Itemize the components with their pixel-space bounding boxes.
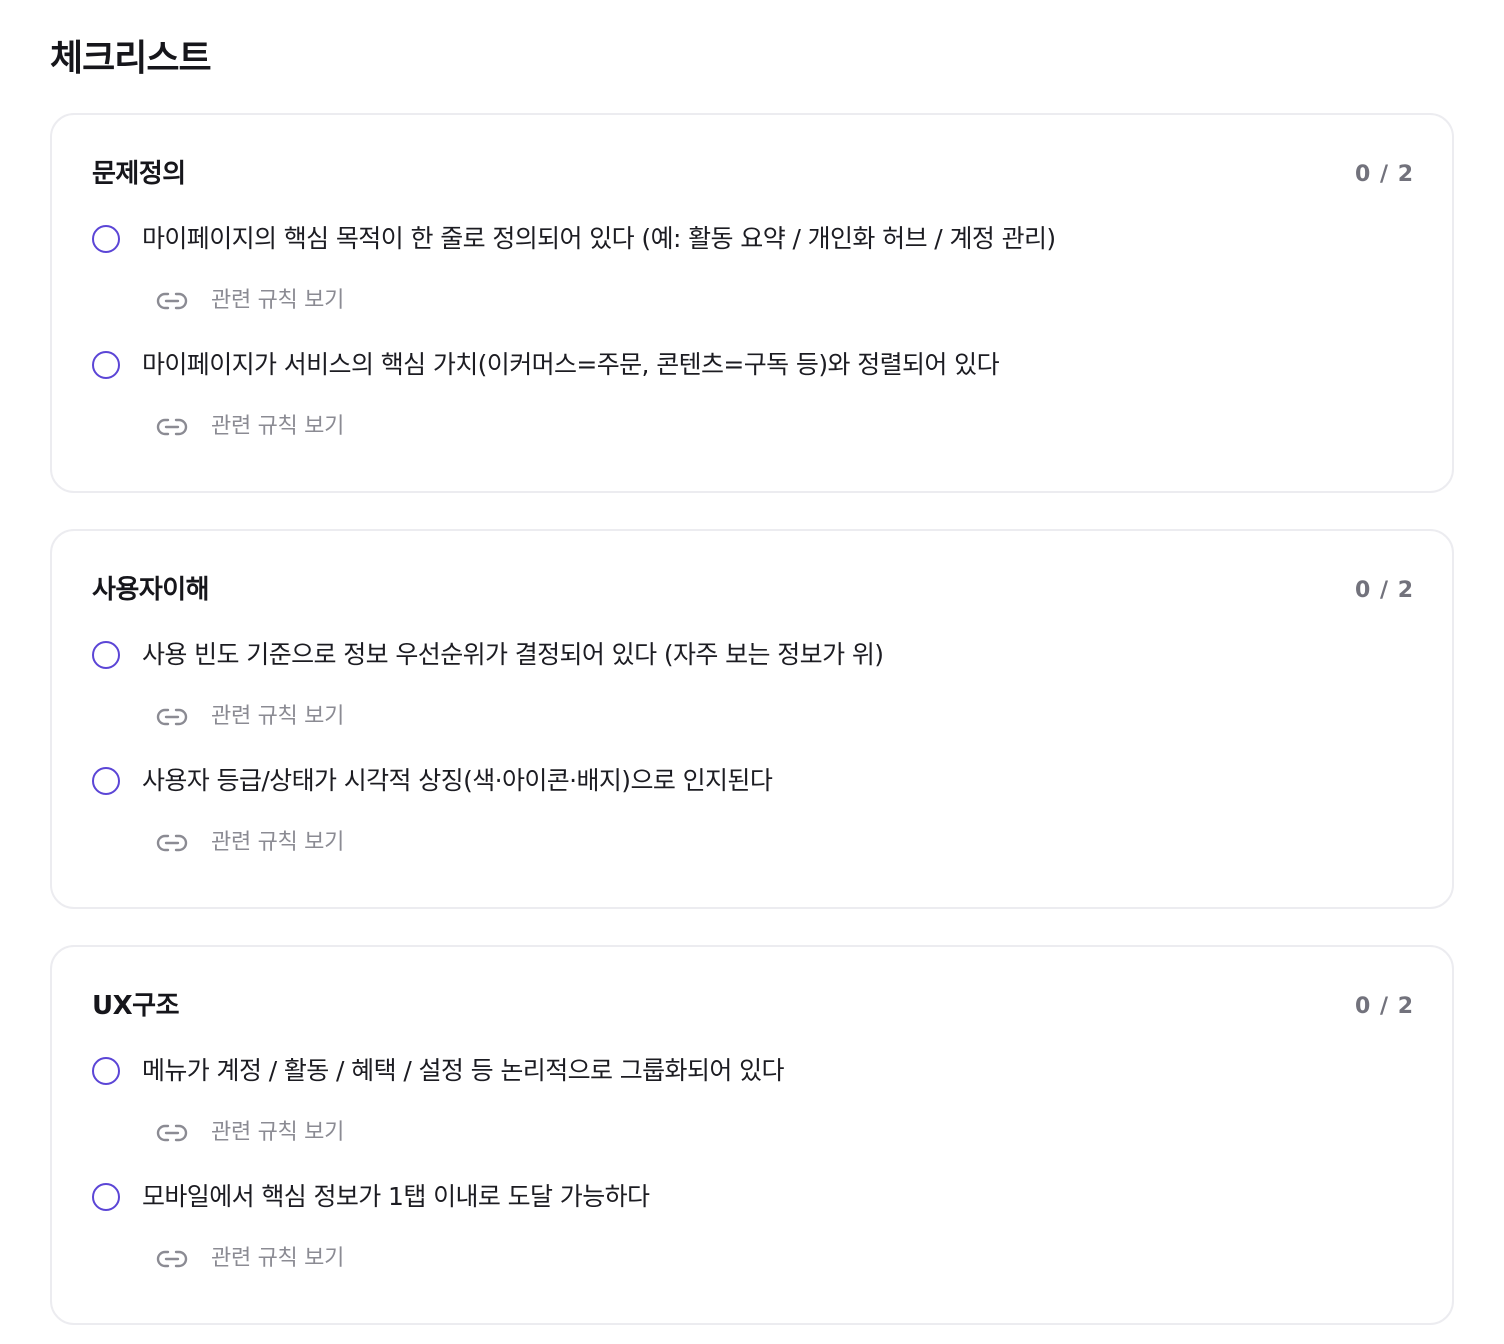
link-icon <box>156 708 188 726</box>
checklist-item[interactable]: 사용 빈도 기준으로 정보 우선순위가 결정되어 있다 (자주 보는 정보가 위… <box>92 635 884 675</box>
radio-checkbox[interactable] <box>92 641 120 669</box>
radio-checkbox[interactable] <box>92 767 120 795</box>
view-related-rules-link[interactable]: 관련 규칙 보기 <box>156 1242 344 1276</box>
radio-checkbox[interactable] <box>92 351 120 379</box>
view-related-rules-link[interactable]: 관련 규칙 보기 <box>156 1116 344 1150</box>
checklist-item[interactable]: 모바일에서 핵심 정보가 1탭 이내로 도달 가능하다 <box>92 1177 650 1217</box>
page-title: 체크리스트 <box>50 38 212 79</box>
view-related-rules-link[interactable]: 관련 규칙 보기 <box>156 826 344 860</box>
section-progress-count: 0 / 2 <box>1355 578 1414 603</box>
view-related-rules-link[interactable]: 관련 규칙 보기 <box>156 284 344 318</box>
radio-checkbox[interactable] <box>92 1183 120 1211</box>
radio-checkbox[interactable] <box>92 1057 120 1085</box>
view-related-rules-label: 관련 규칙 보기 <box>211 830 345 855</box>
view-related-rules-label: 관련 규칙 보기 <box>211 1120 345 1145</box>
checklist-item-label: 마이페이지가 서비스의 핵심 가치(이커머스=주문, 콘텐츠=구독 등)와 정렬… <box>142 350 1000 379</box>
section-title: 문제정의 <box>92 159 186 189</box>
checklist-section-ux-structure: UX구조 0 / 2 메뉴가 계정 / 활동 / 혜택 / 설정 등 논리적으로… <box>50 945 1454 1325</box>
checklist-section-user-understanding: 사용자이해 0 / 2 사용 빈도 기준으로 정보 우선순위가 결정되어 있다 … <box>50 529 1454 909</box>
checklist-item-label: 사용자 등급/상태가 시각적 상징(색·아이콘·배지)으로 인지된다 <box>142 766 773 795</box>
view-related-rules-link[interactable]: 관련 규칙 보기 <box>156 410 344 444</box>
checklist-item-label: 사용 빈도 기준으로 정보 우선순위가 결정되어 있다 (자주 보는 정보가 위… <box>142 640 884 669</box>
section-title: 사용자이해 <box>92 575 210 605</box>
view-related-rules-label: 관련 규칙 보기 <box>211 704 345 729</box>
checklist-item-label: 메뉴가 계정 / 활동 / 혜택 / 설정 등 논리적으로 그룹화되어 있다 <box>142 1056 784 1085</box>
checklist-item[interactable]: 사용자 등급/상태가 시각적 상징(색·아이콘·배지)으로 인지된다 <box>92 761 773 801</box>
section-progress-count: 0 / 2 <box>1355 994 1414 1019</box>
section-title: UX구조 <box>92 991 180 1021</box>
view-related-rules-label: 관련 규칙 보기 <box>211 414 345 439</box>
checklist-item[interactable]: 마이페이지의 핵심 목적이 한 줄로 정의되어 있다 (예: 활동 요약 / 개… <box>92 219 1056 259</box>
view-related-rules-link[interactable]: 관련 규칙 보기 <box>156 700 344 734</box>
link-icon <box>156 834 188 852</box>
link-icon <box>156 1124 188 1142</box>
radio-checkbox[interactable] <box>92 225 120 253</box>
checklist-item[interactable]: 마이페이지가 서비스의 핵심 가치(이커머스=주문, 콘텐츠=구독 등)와 정렬… <box>92 345 1000 385</box>
checklist-item-label: 모바일에서 핵심 정보가 1탭 이내로 도달 가능하다 <box>142 1182 650 1211</box>
checklist-item[interactable]: 메뉴가 계정 / 활동 / 혜택 / 설정 등 논리적으로 그룹화되어 있다 <box>92 1051 784 1091</box>
view-related-rules-label: 관련 규칙 보기 <box>211 1246 345 1271</box>
checklist-item-label: 마이페이지의 핵심 목적이 한 줄로 정의되어 있다 (예: 활동 요약 / 개… <box>142 224 1056 253</box>
section-progress-count: 0 / 2 <box>1355 162 1414 187</box>
link-icon <box>156 292 188 310</box>
view-related-rules-label: 관련 규칙 보기 <box>211 288 345 313</box>
link-icon <box>156 1250 188 1268</box>
checklist-section-problem-definition: 문제정의 0 / 2 마이페이지의 핵심 목적이 한 줄로 정의되어 있다 (예… <box>50 113 1454 493</box>
link-icon <box>156 418 188 436</box>
